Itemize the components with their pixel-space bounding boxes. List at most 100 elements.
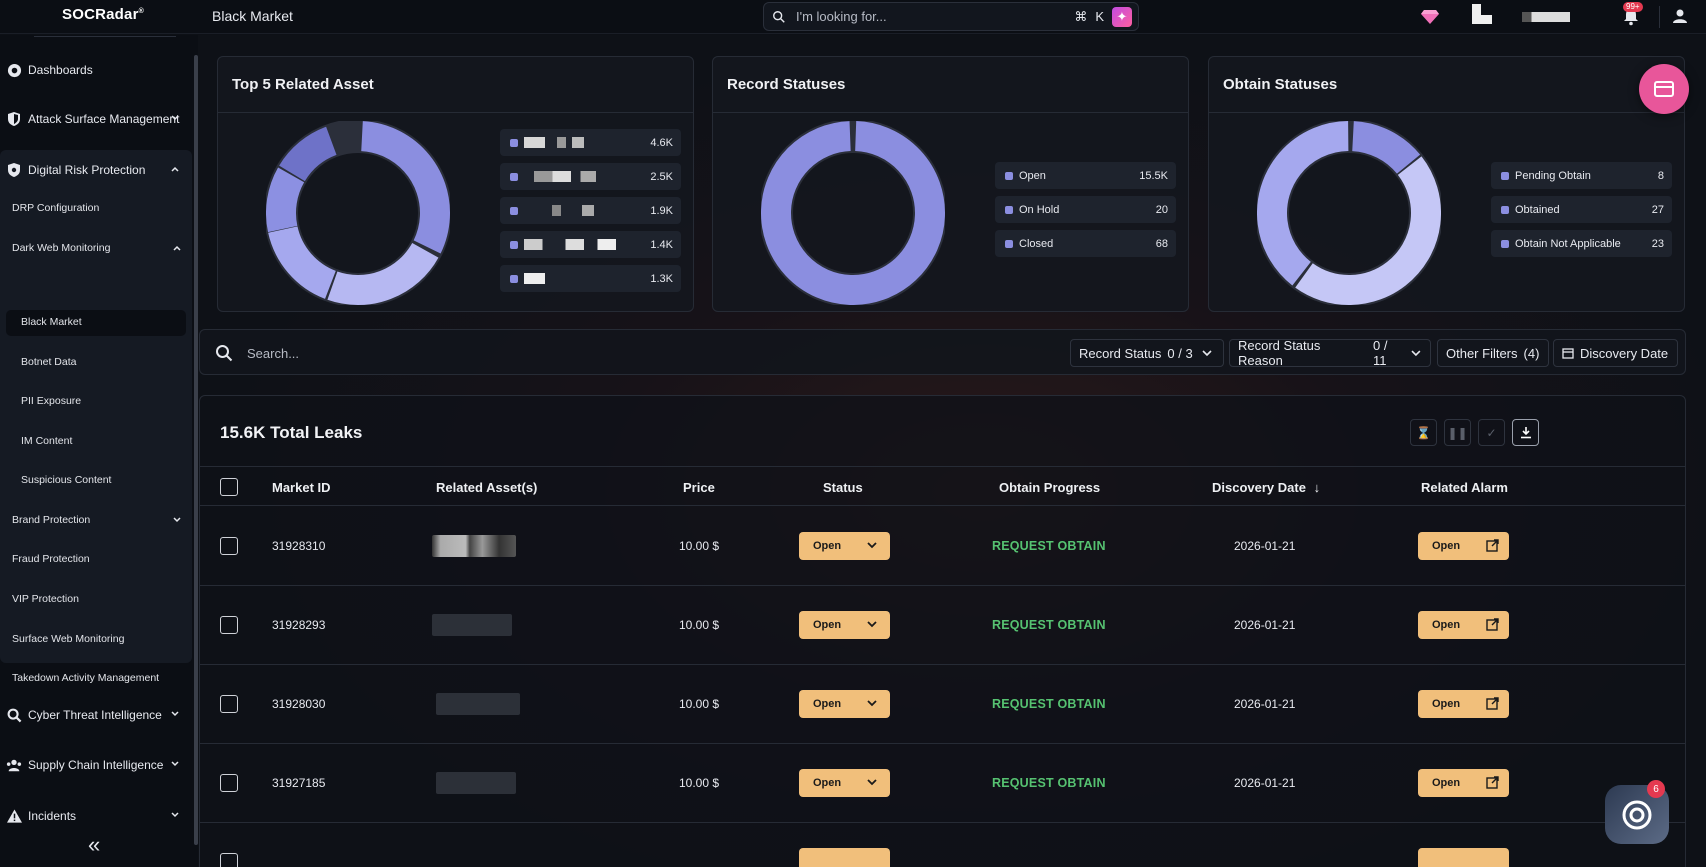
request-obtain-link[interactable]: REQUEST OBTAIN (992, 539, 1106, 553)
sidebar-item-suspicious-content[interactable]: Suspicious Content (21, 474, 111, 486)
chevron-down-icon (867, 779, 877, 786)
table-row[interactable]: 31928293 10.00 $ Open REQUEST OBTAIN 202… (200, 586, 1685, 665)
market-id[interactable]: 31928030 (272, 697, 325, 711)
discovery-date-filter[interactable]: Discovery Date (1553, 339, 1678, 367)
main-content: Top 5 Related Asset 4.6K 2.5K 1.9K 1.4K (198, 35, 1706, 867)
redacted-asset (534, 205, 594, 216)
status-dropdown[interactable]: Open (799, 690, 890, 718)
other-filters-button[interactable]: Other Filters (4) (1437, 339, 1549, 367)
row-checkbox[interactable] (220, 853, 238, 867)
col-obtain-progress[interactable]: Obtain Progress (999, 480, 1100, 495)
legend-value: 2.5K (650, 171, 673, 183)
search-input[interactable]: Search... (247, 346, 299, 361)
card-title: Record Statuses (727, 76, 846, 93)
hourglass-icon[interactable]: ⌛ (1410, 419, 1437, 446)
status-label: Open (813, 777, 842, 789)
sidebar-item-botnet-data[interactable]: Botnet Data (21, 356, 76, 368)
legend-item[interactable]: 1.3K (500, 265, 681, 292)
divider (713, 112, 1188, 113)
legend-item[interactable]: Obtain Not Applicable 23 (1491, 230, 1672, 257)
collapse-sidebar-button[interactable]: « (88, 832, 100, 858)
premium-gem-icon[interactable] (1421, 9, 1439, 25)
record-status-reason-filter[interactable]: Record Status Reason 0 / 11 (1229, 338, 1431, 368)
legend-item[interactable]: Obtained 27 (1491, 196, 1672, 223)
chevron-down-icon (867, 621, 877, 628)
legend-item[interactable]: Open 15.5K (995, 162, 1176, 189)
status-dropdown[interactable]: Open (799, 769, 890, 797)
obtain-statuses-donut[interactable] (1257, 121, 1441, 305)
sidebar-item-vip-protection[interactable]: VIP Protection (12, 593, 79, 605)
col-discovery-date[interactable]: Discovery Date ↓ (1212, 480, 1320, 495)
table-row[interactable] (200, 823, 1685, 867)
brand-logo[interactable]: SOCRadar® (62, 6, 144, 23)
sidebar-item-im-content[interactable]: IM Content (21, 435, 72, 447)
related-alarm-button[interactable]: Open (1418, 769, 1509, 797)
col-related-alarm[interactable]: Related Alarm (1421, 480, 1508, 495)
related-alarm-button[interactable]: Open (1418, 532, 1509, 560)
check-icon[interactable]: ✓ (1478, 419, 1505, 446)
request-obtain-link[interactable]: REQUEST OBTAIN (992, 776, 1106, 790)
row-checkbox[interactable] (220, 537, 238, 555)
ai-sparkle-icon[interactable]: ✦ (1112, 6, 1132, 27)
sidebar-item-incidents[interactable]: Incidents (0, 796, 190, 836)
company-selector[interactable] (1522, 12, 1570, 22)
select-all-checkbox[interactable] (220, 478, 238, 496)
col-related-assets[interactable]: Related Asset(s) (436, 480, 537, 495)
sidebar-item-drp-configuration[interactable]: DRP Configuration (12, 202, 99, 214)
user-icon[interactable] (1672, 8, 1688, 24)
related-alarm-button[interactable]: Open (1418, 690, 1509, 718)
top-assets-card: Top 5 Related Asset 4.6K 2.5K 1.9K 1.4K (217, 56, 694, 312)
sidebar-item-brand-protection[interactable]: Brand Protection (12, 514, 182, 526)
sidebar-item-black-market[interactable]: Black Market (21, 316, 82, 328)
sidebar-item-dark-web-monitoring[interactable]: Dark Web Monitoring (12, 242, 182, 254)
sidebar-item-pii-exposure[interactable]: PII Exposure (21, 395, 81, 407)
sidebar-item-label: Brand Protection (12, 514, 91, 526)
chevron-up-icon (173, 245, 181, 251)
global-search[interactable]: I'm looking for... ⌘ K ✦ (763, 2, 1139, 31)
table-row[interactable]: 31928310 10.00 $ Open REQUEST OBTAIN 202… (200, 507, 1685, 586)
sidebar-item-takedown[interactable]: Takedown Activity Management (12, 672, 159, 684)
sidebar-item-dashboards[interactable]: Dashboards (0, 50, 190, 90)
legend-item[interactable]: 4.6K (500, 129, 681, 156)
divider (218, 112, 693, 113)
market-id[interactable]: 31928310 (272, 539, 325, 553)
legend-item[interactable]: 1.4K (500, 231, 681, 258)
request-obtain-link[interactable]: REQUEST OBTAIN (992, 697, 1106, 711)
sidebar-item-supply-chain[interactable]: Supply Chain Intelligence (0, 745, 190, 785)
pause-icon[interactable]: ❚❚ (1444, 419, 1471, 446)
sidebar-item-surface-web-monitoring[interactable]: Surface Web Monitoring (12, 633, 124, 645)
legend-item[interactable]: 1.9K (500, 197, 681, 224)
row-checkbox[interactable] (220, 616, 238, 634)
status-dropdown[interactable]: Open (799, 532, 890, 560)
download-icon[interactable] (1512, 419, 1539, 446)
col-status[interactable]: Status (823, 480, 863, 495)
legend-item[interactable]: 2.5K (500, 163, 681, 190)
card-view-button[interactable] (1639, 64, 1689, 114)
table-row[interactable]: 31928030 10.00 $ Open REQUEST OBTAIN 202… (200, 665, 1685, 744)
status-dropdown[interactable]: Open (799, 611, 890, 639)
table-row[interactable]: 31927185 10.00 $ Open REQUEST OBTAIN 202… (200, 744, 1685, 823)
record-statuses-donut[interactable] (761, 121, 945, 305)
market-id[interactable]: 31927185 (272, 776, 325, 790)
chevron-down-icon (171, 711, 179, 717)
status-dropdown[interactable] (799, 848, 890, 867)
legend-item[interactable]: Closed 68 (995, 230, 1176, 257)
app-switcher-icon[interactable] (1472, 4, 1492, 24)
sidebar-item-digital-risk[interactable]: Digital Risk Protection (0, 150, 190, 190)
sidebar-item-cyber-threat[interactable]: Cyber Threat Intelligence (0, 695, 190, 735)
sidebar-item-attack-surface[interactable]: Attack Surface Management (0, 99, 190, 139)
legend-item[interactable]: Pending Obtain 8 (1491, 162, 1672, 189)
request-obtain-link[interactable]: REQUEST OBTAIN (992, 618, 1106, 632)
top-assets-donut[interactable] (266, 121, 450, 305)
divider (34, 36, 176, 37)
related-alarm-button[interactable] (1418, 848, 1509, 867)
row-checkbox[interactable] (220, 695, 238, 713)
col-market-id[interactable]: Market ID (272, 480, 331, 495)
related-alarm-button[interactable]: Open (1418, 611, 1509, 639)
sidebar-item-fraud-protection[interactable]: Fraud Protection (12, 553, 90, 565)
legend-item[interactable]: On Hold 20 (995, 196, 1176, 223)
record-status-filter[interactable]: Record Status 0 / 3 (1070, 339, 1224, 367)
market-id[interactable]: 31928293 (272, 618, 325, 632)
col-price[interactable]: Price (683, 480, 715, 495)
row-checkbox[interactable] (220, 774, 238, 792)
